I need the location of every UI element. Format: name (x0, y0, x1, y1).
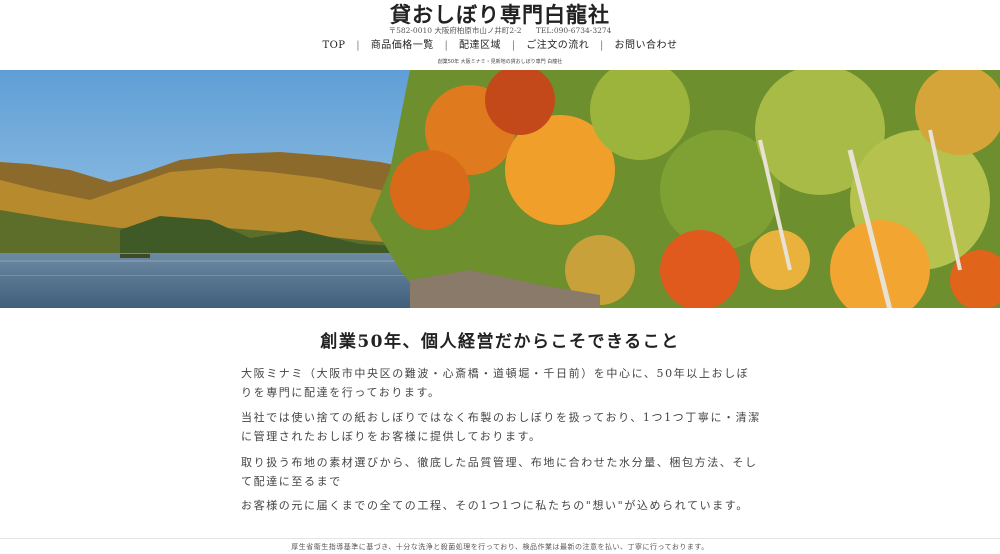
footer-note: 厚生省衛生指導基準に基づき、十分な洗浄と殺菌処理を行っており、検品作業は最新の注… (0, 538, 1000, 554)
cloth-paragraph: 当社では使い捨ての紙おしぼりではなく布製のおしぼりを扱っており、1つ1つ丁寧に・… (241, 411, 761, 443)
hero-image (0, 70, 1000, 308)
autumn-lake-image (0, 70, 1000, 308)
nav-price-list[interactable]: 商品価格一覧 (371, 40, 434, 51)
main-nav: TOP | 商品価格一覧 | 配達区域 | ご注文の流れ | お問い合わせ (0, 39, 1000, 53)
postal-address: 〒582-0010 大阪府柏原市山ノ井町2-2 (388, 26, 522, 35)
nav-top[interactable]: TOP (322, 40, 345, 51)
phone-number[interactable]: TEL:090-6734-3274 (536, 26, 612, 35)
section-heading: 創業50年、個人経営だからこそできること (320, 332, 680, 352)
nav-separator: | (599, 40, 604, 51)
nav-order-flow[interactable]: ご注文の流れ (526, 40, 589, 51)
nav-separator: | (356, 40, 361, 51)
site-title[interactable]: 貸おしぼり専門白龍社 (0, 3, 1000, 27)
nav-separator: | (511, 40, 516, 51)
tagline: 創業50年 大阪ミナミ・見新地の貸おしぼり専門 白龍社 (437, 59, 563, 65)
site-header: 貸おしぼり専門白龍社 〒582-0010 大阪府柏原市山ノ井町2-2 TEL:0… (0, 0, 1000, 70)
contact-info: 〒582-0010 大阪府柏原市山ノ井町2-2 TEL:090-6734-327… (0, 26, 1000, 36)
nav-delivery-area[interactable]: 配達区域 (459, 40, 501, 51)
nav-contact[interactable]: お問い合わせ (615, 40, 678, 51)
thoughts-paragraph: お客様の元に届くまでの全ての工程、その1つ1つに私たちの"想い"が込められていま… (241, 499, 749, 512)
intro-paragraph: 大阪ミナミ（大阪市中央区の難波・心斎橋・道頓堀・千日前）を中心に、50年以上おし… (241, 367, 750, 399)
nav-separator: | (444, 40, 449, 51)
quality-paragraph: 取り扱う布地の素材選びから、徹底した品質管理、布地に合わせた水分量、梱包方法、そ… (241, 456, 758, 488)
